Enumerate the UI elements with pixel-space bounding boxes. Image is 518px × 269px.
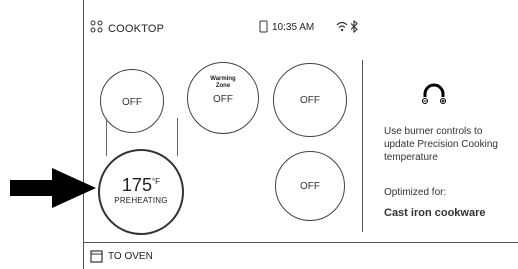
- panel-left-border: [83, 0, 84, 269]
- burner-rear-left[interactable]: OFF: [100, 69, 164, 133]
- burner-link-line-right: [177, 118, 178, 156]
- warming-zone-label: Warming: [210, 76, 236, 82]
- temperature-value: 175: [121, 175, 152, 195]
- burner-state: OFF: [122, 97, 142, 108]
- bluetooth-icon: [350, 20, 358, 33]
- cooktop-grid-icon: [90, 20, 103, 33]
- clock-time: 10:35 AM: [272, 22, 315, 33]
- to-oven-button[interactable]: TO OVEN: [90, 249, 198, 265]
- burner-state: OFF: [300, 95, 320, 106]
- burner-temperature: 175°F: [100, 175, 182, 196]
- burner-rear-right[interactable]: OFF: [273, 63, 347, 137]
- oven-icon: [90, 250, 103, 263]
- burner-status: PREHEATING: [114, 196, 168, 205]
- instruction-text: Use burner controls to update Precision …: [384, 126, 498, 163]
- temperature-unit: °F: [151, 177, 161, 186]
- burner-front-left[interactable]: 175°F PREHEATING: [98, 149, 184, 235]
- burner-state: OFF: [300, 181, 320, 192]
- cookware-value: Cast iron cookware: [384, 207, 486, 219]
- pointer-arrow-icon: [10, 168, 96, 208]
- optimized-label: Optimized for:: [384, 187, 447, 198]
- page-title: COOKTOP: [108, 23, 165, 35]
- warming-zone-label-2: Zone: [215, 83, 231, 89]
- probe-connector-icon: [422, 83, 446, 104]
- burner-warming-zone[interactable]: Warming Zone OFF: [187, 62, 259, 134]
- burner-link-line-left: [106, 118, 107, 156]
- panel-divider: [362, 60, 363, 232]
- phone-icon: [259, 20, 268, 33]
- burner-state: OFF: [213, 94, 233, 105]
- burner-front-right[interactable]: OFF: [275, 151, 345, 221]
- footer-divider: [83, 242, 518, 243]
- wifi-icon: [336, 21, 348, 32]
- to-oven-label: TO OVEN: [108, 251, 153, 262]
